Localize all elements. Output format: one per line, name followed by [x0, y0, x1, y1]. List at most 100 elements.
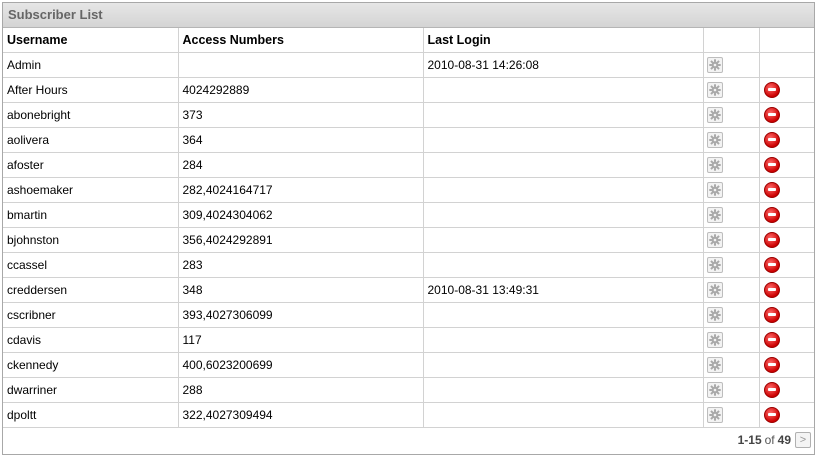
cell-edit: [703, 77, 760, 103]
cell-last-login: [423, 252, 704, 278]
delete-icon[interactable]: [763, 282, 780, 298]
table-row[interactable]: cdavis 117: [3, 327, 814, 353]
subscriber-list-panel: Subscriber List Username Access Numbers …: [2, 2, 815, 455]
cell-delete: [759, 327, 814, 353]
gear-icon[interactable]: [706, 332, 723, 348]
cell-edit: [703, 127, 760, 153]
cell-last-login: [423, 77, 704, 103]
cell-username: cdavis: [3, 327, 179, 353]
gear-icon[interactable]: [706, 357, 723, 373]
cell-username: bjohnston: [3, 227, 179, 253]
subscriber-table: Username Access Numbers Last Login Admin…: [3, 28, 814, 428]
table-row[interactable]: creddersen 348 2010-08-31 13:49:31: [3, 277, 814, 303]
pager-range: 1-15: [737, 433, 762, 447]
gear-icon[interactable]: [706, 57, 723, 73]
gear-icon[interactable]: [706, 232, 723, 248]
cell-username: aolivera: [3, 127, 179, 153]
gear-icon[interactable]: [706, 207, 723, 223]
cell-edit: [703, 252, 760, 278]
next-page-button[interactable]: >: [795, 432, 811, 448]
cell-username: ckennedy: [3, 352, 179, 378]
delete-icon[interactable]: [763, 382, 780, 398]
cell-username: bmartin: [3, 202, 179, 228]
gear-icon[interactable]: [706, 307, 723, 323]
cell-last-login: [423, 152, 704, 178]
cell-delete: [759, 202, 814, 228]
gear-icon[interactable]: [706, 407, 723, 423]
cell-delete: [759, 52, 814, 78]
cell-last-login: 2010-08-31 13:49:31: [423, 277, 704, 303]
table-row[interactable]: abonebright 373: [3, 102, 814, 128]
table-row[interactable]: cscribner 393,4027306099: [3, 302, 814, 328]
gear-icon[interactable]: [706, 257, 723, 273]
delete-icon[interactable]: [763, 182, 780, 198]
delete-icon[interactable]: [763, 332, 780, 348]
cell-access-numbers: 284: [178, 152, 424, 178]
table-row[interactable]: bmartin 309,4024304062: [3, 202, 814, 228]
cell-delete: [759, 252, 814, 278]
delete-icon[interactable]: [763, 157, 780, 173]
gear-icon[interactable]: [706, 107, 723, 123]
cell-access-numbers: 117: [178, 327, 424, 353]
delete-icon[interactable]: [763, 357, 780, 373]
delete-icon[interactable]: [763, 407, 780, 423]
cell-username: ccassel: [3, 252, 179, 278]
table-row[interactable]: ashoemaker 282,4024164717: [3, 177, 814, 203]
cell-access-numbers: 322,4027309494: [178, 402, 424, 428]
cell-access-numbers: 309,4024304062: [178, 202, 424, 228]
table-row[interactable]: afoster 284: [3, 152, 814, 178]
cell-edit: [703, 102, 760, 128]
delete-icon[interactable]: [763, 207, 780, 223]
cell-edit: [703, 302, 760, 328]
table-row[interactable]: aolivera 364: [3, 127, 814, 153]
cell-delete: [759, 402, 814, 428]
panel-title: Subscriber List: [3, 3, 814, 28]
cell-username: creddersen: [3, 277, 179, 303]
table-row[interactable]: dwarriner 288: [3, 377, 814, 403]
cell-delete: [759, 302, 814, 328]
cell-access-numbers: 393,4027306099: [178, 302, 424, 328]
table-row[interactable]: ckennedy 400,6023200699: [3, 352, 814, 378]
cell-delete: [759, 152, 814, 178]
gear-icon[interactable]: [706, 382, 723, 398]
delete-icon[interactable]: [763, 132, 780, 148]
cell-last-login: [423, 227, 704, 253]
cell-access-numbers: 356,4024292891: [178, 227, 424, 253]
pagination: 1-15 of 49 >: [738, 432, 811, 448]
cell-edit: [703, 202, 760, 228]
column-header-access-numbers[interactable]: Access Numbers: [178, 28, 424, 53]
cell-edit: [703, 277, 760, 303]
cell-edit: [703, 152, 760, 178]
gear-icon[interactable]: [706, 282, 723, 298]
cell-last-login: [423, 202, 704, 228]
cell-access-numbers: 348: [178, 277, 424, 303]
cell-username: Admin: [3, 52, 179, 78]
gear-icon[interactable]: [706, 132, 723, 148]
cell-username: dwarriner: [3, 377, 179, 403]
table-row[interactable]: dpoltt 322,4027309494: [3, 402, 814, 428]
table-row[interactable]: bjohnston 356,4024292891: [3, 227, 814, 253]
cell-delete: [759, 227, 814, 253]
delete-icon[interactable]: [763, 107, 780, 123]
column-header-delete: [759, 28, 814, 53]
gear-icon[interactable]: [706, 82, 723, 98]
delete-icon[interactable]: [763, 257, 780, 273]
cell-access-numbers: [178, 52, 424, 78]
cell-delete: [759, 352, 814, 378]
table-row[interactable]: After Hours 4024292889: [3, 77, 814, 103]
delete-icon[interactable]: [763, 82, 780, 98]
gear-icon[interactable]: [706, 157, 723, 173]
delete-icon[interactable]: [763, 307, 780, 323]
delete-icon[interactable]: [763, 232, 780, 248]
pager-of: of: [764, 433, 775, 447]
cell-last-login: [423, 377, 704, 403]
gear-icon[interactable]: [706, 182, 723, 198]
table-row[interactable]: ccassel 283: [3, 252, 814, 278]
table-row[interactable]: Admin 2010-08-31 14:26:08: [3, 52, 814, 78]
cell-last-login: 2010-08-31 14:26:08: [423, 52, 704, 78]
cell-access-numbers: 373: [178, 102, 424, 128]
cell-username: afoster: [3, 152, 179, 178]
cell-last-login: [423, 177, 704, 203]
column-header-last-login[interactable]: Last Login: [423, 28, 704, 53]
column-header-username[interactable]: Username: [3, 28, 179, 53]
